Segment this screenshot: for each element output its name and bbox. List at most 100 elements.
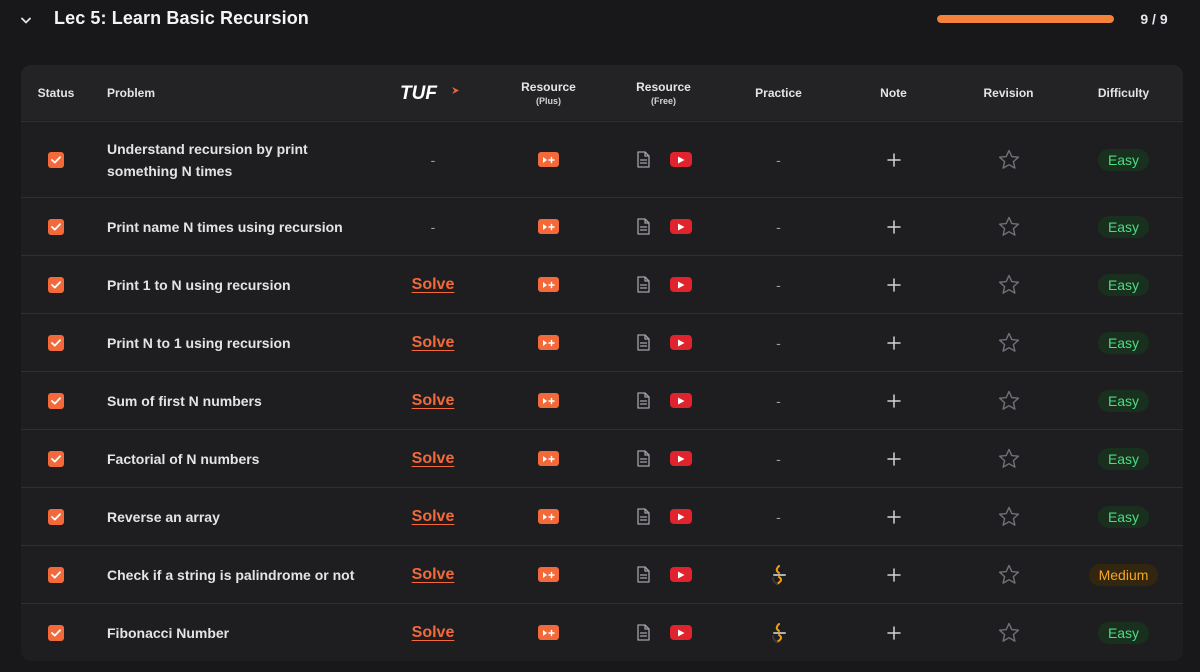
play-plus-icon[interactable] xyxy=(538,509,559,524)
practice-platform-logo[interactable] xyxy=(771,564,787,585)
difficulty-badge: Easy xyxy=(1097,447,1150,470)
solve-link[interactable]: Solve xyxy=(412,392,455,410)
problem-name[interactable]: Factorial of N numbers xyxy=(107,448,259,470)
problem-name[interactable]: Fibonacci Number xyxy=(107,622,229,644)
section-header: Lec 5: Learn Basic Recursion 9 / 9 xyxy=(0,0,1200,40)
star-outline-icon[interactable] xyxy=(998,390,1020,411)
problem-name[interactable]: Print N to 1 using recursion xyxy=(107,332,291,354)
status-checkbox[interactable] xyxy=(48,508,64,525)
status-checkbox[interactable] xyxy=(48,276,64,293)
table-row: Understand recursion by print something … xyxy=(21,121,1183,197)
tuf-empty: - xyxy=(430,218,436,235)
play-plus-icon[interactable] xyxy=(538,625,559,640)
problem-name[interactable]: Sum of first N numbers xyxy=(107,390,262,412)
document-icon[interactable] xyxy=(636,508,650,525)
practice-empty: - xyxy=(776,450,781,467)
table-row: Factorial of N numbers Solve - Easy xyxy=(21,429,1183,487)
document-icon[interactable] xyxy=(636,566,650,583)
status-checkbox[interactable] xyxy=(48,450,64,467)
header-resource-plus-label: Resource xyxy=(521,79,576,94)
plus-icon[interactable] xyxy=(886,335,901,350)
document-icon[interactable] xyxy=(636,218,650,235)
difficulty-badge: Easy xyxy=(1097,331,1150,354)
solve-link[interactable]: Solve xyxy=(412,450,455,468)
plus-icon[interactable] xyxy=(886,219,901,234)
solve-link[interactable]: Solve xyxy=(412,566,455,584)
section-title[interactable]: Lec 5: Learn Basic Recursion xyxy=(54,8,309,29)
document-icon[interactable] xyxy=(636,334,650,351)
youtube-icon[interactable] xyxy=(669,393,692,408)
status-checkbox[interactable] xyxy=(48,218,64,235)
tuf-logo: TUF xyxy=(400,83,466,103)
plus-icon[interactable] xyxy=(886,567,901,582)
header-resource-plus-sub: (Plus) xyxy=(535,95,561,106)
table-row: Fibonacci Number Solve Easy xyxy=(21,603,1183,661)
status-checkbox[interactable] xyxy=(48,566,64,583)
document-icon[interactable] xyxy=(636,151,650,168)
plus-icon[interactable] xyxy=(886,451,901,466)
star-outline-icon[interactable] xyxy=(998,149,1020,170)
youtube-icon[interactable] xyxy=(669,335,692,350)
document-icon[interactable] xyxy=(636,276,650,293)
youtube-icon[interactable] xyxy=(669,219,692,234)
status-checkbox[interactable] xyxy=(48,334,64,351)
document-icon[interactable] xyxy=(636,624,650,641)
table-row: Print name N times using recursion - - E… xyxy=(21,197,1183,255)
plus-icon[interactable] xyxy=(886,393,901,408)
star-outline-icon[interactable] xyxy=(998,332,1020,353)
star-outline-icon[interactable] xyxy=(998,622,1020,643)
header-resource-free-label: Resource xyxy=(636,79,691,94)
youtube-icon[interactable] xyxy=(669,451,692,466)
youtube-icon[interactable] xyxy=(669,625,692,640)
star-outline-icon[interactable] xyxy=(998,274,1020,295)
play-plus-icon[interactable] xyxy=(538,393,559,408)
play-plus-icon[interactable] xyxy=(538,152,559,167)
status-checkbox[interactable] xyxy=(48,624,64,641)
document-icon[interactable] xyxy=(636,450,650,467)
problem-name[interactable]: Check if a string is palindrome or not xyxy=(107,564,354,586)
practice-empty: - xyxy=(776,218,781,235)
table-header: Status Problem TUF Resource (Plus) Resou… xyxy=(21,65,1183,120)
problem-name[interactable]: Reverse an array xyxy=(107,506,220,528)
youtube-icon[interactable] xyxy=(669,509,692,524)
star-outline-icon[interactable] xyxy=(998,448,1020,469)
plus-icon[interactable] xyxy=(886,152,901,167)
practice-empty: - xyxy=(776,508,781,525)
solve-link[interactable]: Solve xyxy=(412,508,455,526)
play-plus-icon[interactable] xyxy=(538,451,559,466)
practice-platform-logo[interactable] xyxy=(771,622,787,643)
solve-link[interactable]: Solve xyxy=(412,276,455,294)
youtube-icon[interactable] xyxy=(669,152,692,167)
star-outline-icon[interactable] xyxy=(998,216,1020,237)
practice-empty: - xyxy=(776,276,781,293)
plus-icon[interactable] xyxy=(886,277,901,292)
problem-name[interactable]: Print name N times using recursion xyxy=(107,216,343,238)
status-checkbox[interactable] xyxy=(48,151,64,168)
difficulty-badge: Easy xyxy=(1097,389,1150,412)
plus-icon[interactable] xyxy=(886,509,901,524)
table-row: Print 1 to N using recursion Solve - Eas… xyxy=(21,255,1183,313)
status-checkbox[interactable] xyxy=(48,392,64,409)
difficulty-badge: Easy xyxy=(1097,621,1150,644)
header-revision: Revision xyxy=(983,85,1034,100)
tuf-empty: - xyxy=(430,151,436,168)
problem-name[interactable]: Understand recursion by print something … xyxy=(107,138,367,182)
solve-link[interactable]: Solve xyxy=(412,334,455,352)
play-plus-icon[interactable] xyxy=(538,219,559,234)
star-outline-icon[interactable] xyxy=(998,564,1020,585)
document-icon[interactable] xyxy=(636,392,650,409)
solve-link[interactable]: Solve xyxy=(412,624,455,642)
play-plus-icon[interactable] xyxy=(538,277,559,292)
chevron-down-icon[interactable] xyxy=(18,12,34,28)
youtube-icon[interactable] xyxy=(669,567,692,582)
difficulty-badge: Easy xyxy=(1097,273,1150,296)
problem-name[interactable]: Print 1 to N using recursion xyxy=(107,274,291,296)
youtube-icon[interactable] xyxy=(669,277,692,292)
play-plus-icon[interactable] xyxy=(538,335,559,350)
practice-empty: - xyxy=(776,151,781,168)
practice-empty: - xyxy=(776,392,781,409)
plus-icon[interactable] xyxy=(886,625,901,640)
play-plus-icon[interactable] xyxy=(538,567,559,582)
star-outline-icon[interactable] xyxy=(998,506,1020,527)
difficulty-badge: Easy xyxy=(1097,505,1150,528)
